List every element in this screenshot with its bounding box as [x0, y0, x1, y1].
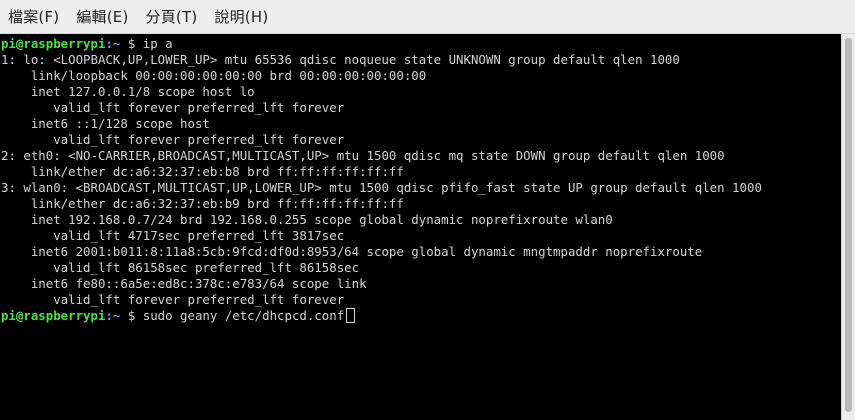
prompt-symbol: $ [120, 36, 143, 51]
output-line: inet 127.0.0.1/8 scope host lo [1, 84, 255, 99]
command-text: ip a [142, 36, 173, 51]
output-line: link/ether dc:a6:32:37:eb:b9 brd ff:ff:f… [1, 196, 404, 211]
output-line: inet 192.168.0.7/24 brd 192.168.0.255 sc… [1, 212, 613, 227]
output-line: inet6 ::1/128 scope host [1, 116, 210, 131]
scrollbar-thumb[interactable] [845, 38, 852, 412]
prompt-line: pi@raspberrypi:~ $ ip a [0, 36, 841, 52]
terminal-area[interactable]: pi@raspberrypi:~ $ ip a 1: lo: <LOOPBACK… [0, 34, 841, 420]
menu-edit[interactable]: 編輯(E) [76, 6, 128, 27]
menu-bar: 檔案(F) 編輯(E) 分頁(T) 說明(H) [0, 0, 855, 34]
output-line: valid_lft forever preferred_lft forever [1, 100, 345, 115]
output-line: inet6 fe80::6a5e:ed8c:378c:e783/64 scope… [1, 276, 367, 291]
output-line: link/loopback 00:00:00:00:00:00 brd 00:0… [1, 68, 427, 83]
menu-help[interactable]: 說明(H) [214, 6, 268, 27]
prompt-symbol: $ [120, 308, 143, 323]
vertical-scrollbar[interactable] [841, 34, 855, 420]
text-cursor [346, 308, 356, 323]
output-line: valid_lft 86158sec preferred_lft 86158se… [1, 260, 360, 275]
menu-file[interactable]: 檔案(F) [8, 6, 59, 27]
output-line: 3: wlan0: <BROADCAST,MULTICAST,UP,LOWER_… [1, 180, 762, 195]
output-line: 2: eth0: <NO-CARRIER,BROADCAST,MULTICAST… [1, 148, 725, 163]
output-line: inet6 2001:b011:8:11a8:5cb:9fcd:df0d:895… [1, 244, 703, 259]
output-line: valid_lft forever preferred_lft forever [1, 132, 345, 147]
prompt-path: :~ [105, 308, 121, 323]
output-line: 1: lo: <LOOPBACK,UP,LOWER_UP> mtu 65536 … [1, 52, 680, 67]
prompt-line: pi@raspberrypi:~ $ sudo geany /etc/dhcpc… [0, 308, 841, 324]
prompt-user: pi@raspberrypi [1, 36, 106, 51]
menu-tabs[interactable]: 分頁(T) [146, 6, 198, 27]
output-line: valid_lft 4717sec preferred_lft 3817sec [1, 228, 345, 243]
prompt-path: :~ [105, 36, 121, 51]
command-text: sudo geany /etc/dhcpcd.conf [142, 308, 345, 323]
output-line: valid_lft forever preferred_lft forever [1, 292, 345, 307]
output-line: link/ether dc:a6:32:37:eb:b8 brd ff:ff:f… [1, 164, 404, 179]
prompt-user: pi@raspberrypi [1, 308, 106, 323]
